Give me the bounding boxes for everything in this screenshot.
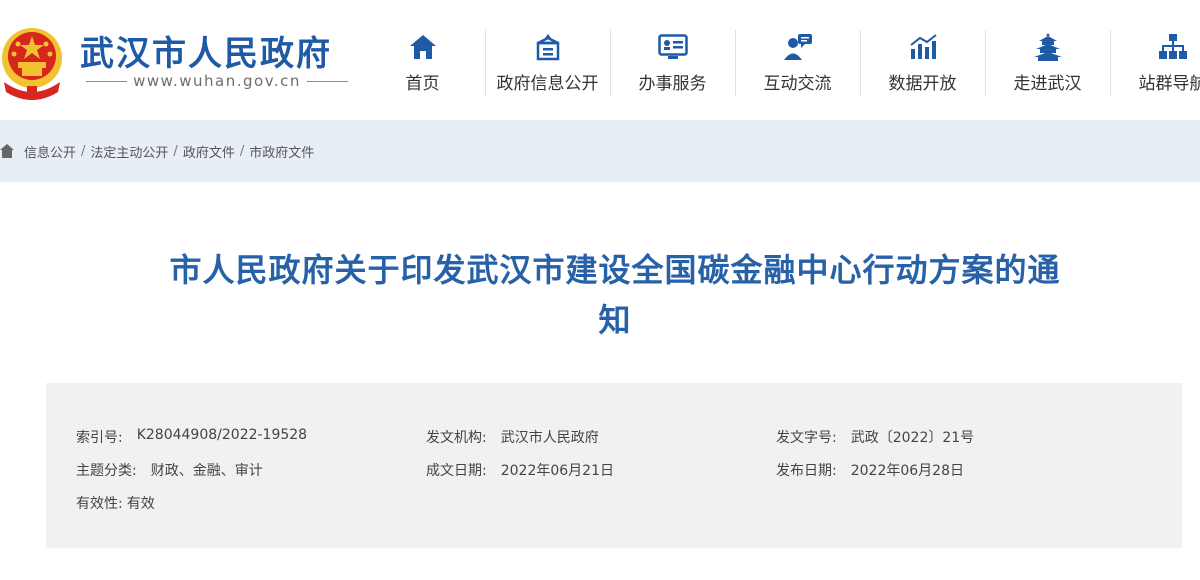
meta-label: 发布日期: xyxy=(776,463,837,479)
meta-value: 财政、金融、审计 xyxy=(150,463,263,479)
meta-value: 2022年06月21日 xyxy=(500,463,614,479)
breadcrumb-item[interactable]: 市政府文件 xyxy=(249,142,314,161)
national-emblem-icon[interactable] xyxy=(0,22,64,100)
divider-right xyxy=(306,80,349,82)
meta-value: 2022年06月28日 xyxy=(850,463,964,479)
breadcrumb-home-icon[interactable] xyxy=(0,144,14,158)
breadcrumb-item[interactable]: 法定主动公开 xyxy=(90,142,168,161)
chat-person-icon xyxy=(783,32,813,62)
meta-row: 有效性: 有效 xyxy=(76,493,1166,513)
meta-label: 索引号: xyxy=(76,430,123,446)
breadcrumb-separator: / xyxy=(81,143,86,159)
meta-value: 武汉市人民政府 xyxy=(500,430,599,446)
nav-label: 走进武汉 xyxy=(1013,74,1082,94)
nav-item-site-group[interactable]: 站群导航 xyxy=(1110,30,1200,98)
divider-left xyxy=(86,80,128,82)
meta-publish-date: 发布日期: 2022年06月28日 xyxy=(776,460,1126,480)
meta-label: 成文日期: xyxy=(426,463,487,479)
breadcrumb-separator: / xyxy=(239,143,245,159)
meta-doc-no: 发文字号: 武政〔2022〕21号 xyxy=(776,427,1126,447)
yellow-crane-tower-icon xyxy=(1033,32,1063,62)
meta-topic: 主题分类: 财政、金融、审计 xyxy=(76,460,426,480)
breadcrumb-item[interactable]: 政府文件 xyxy=(183,142,235,161)
document-title-line: 知 xyxy=(598,301,632,339)
nav-item-services[interactable]: 办事服务 xyxy=(610,30,735,98)
meta-row: 主题分类: 财政、金融、审计 成文日期: 2022年06月21日 发布日期: 2… xyxy=(76,460,1166,480)
breadcrumb-separator: / xyxy=(173,143,178,159)
meta-label: 有效性: xyxy=(76,496,123,512)
document-meta-box: 索引号: K28044908/2022-19528 发文机构: 武汉市人民政府 … xyxy=(46,383,1182,548)
nav-item-interaction[interactable]: 互动交流 xyxy=(735,30,860,98)
id-card-icon xyxy=(657,32,688,62)
site-url: www.wuhan.gov.cn xyxy=(133,72,301,90)
nav-label: 政府信息公开 xyxy=(496,74,599,94)
main-nav: 首页 政府信息公开 办事服务 互动交流 数据开放 走进武汉 站群导航 xyxy=(360,30,1200,98)
nav-label: 互动交流 xyxy=(763,74,832,94)
bar-chart-icon xyxy=(908,32,938,62)
meta-label: 发文机构: xyxy=(426,430,487,446)
breadcrumb-item[interactable]: 信息公开 xyxy=(24,142,76,161)
meta-value: 武政〔2022〕21号 xyxy=(850,430,975,446)
nav-item-gov-info[interactable]: 政府信息公开 xyxy=(485,30,610,98)
nav-label: 站群导航 xyxy=(1138,74,1200,94)
nav-label: 办事服务 xyxy=(638,74,707,94)
home-icon xyxy=(408,32,438,62)
meta-written-date: 成文日期: 2022年06月21日 xyxy=(426,460,776,480)
site-title[interactable]: 武汉市人民政府 xyxy=(80,26,332,75)
nav-item-open-data[interactable]: 数据开放 xyxy=(860,30,985,98)
document-title-line: 市人民政府关于印发武汉市建设全国碳金融中心行动方案的通 xyxy=(169,251,1061,289)
nav-item-home[interactable]: 首页 xyxy=(360,30,485,98)
sitemap-icon xyxy=(1158,32,1188,62)
meta-validity: 有效性: 有效 xyxy=(76,493,426,513)
government-building-icon xyxy=(533,32,563,62)
meta-row: 索引号: K28044908/2022-19528 发文机构: 武汉市人民政府 … xyxy=(76,427,1166,447)
meta-index-no: 索引号: K28044908/2022-19528 xyxy=(76,427,426,447)
nav-label: 首页 xyxy=(405,74,440,94)
document-title: 市人民政府关于印发武汉市建设全国碳金融中心行动方案的通 知 xyxy=(60,245,1170,345)
meta-label: 发文字号: xyxy=(776,430,837,446)
site-url-line: www.wuhan.gov.cn xyxy=(86,70,349,92)
meta-label: 主题分类: xyxy=(76,463,137,479)
nav-item-about-wuhan[interactable]: 走进武汉 xyxy=(985,30,1110,98)
site-header: 武汉市人民政府 www.wuhan.gov.cn 首页 政府信息公开 办事服务 xyxy=(0,0,1200,120)
nav-label: 数据开放 xyxy=(888,74,957,94)
breadcrumb: 信息公开 / 法定主动公开 / 政府文件 / 市政府文件 xyxy=(0,120,1200,182)
meta-value: 有效 xyxy=(126,496,155,512)
meta-value: K28044908/2022-19528 xyxy=(136,427,308,443)
meta-issuer: 发文机构: 武汉市人民政府 xyxy=(426,427,776,447)
